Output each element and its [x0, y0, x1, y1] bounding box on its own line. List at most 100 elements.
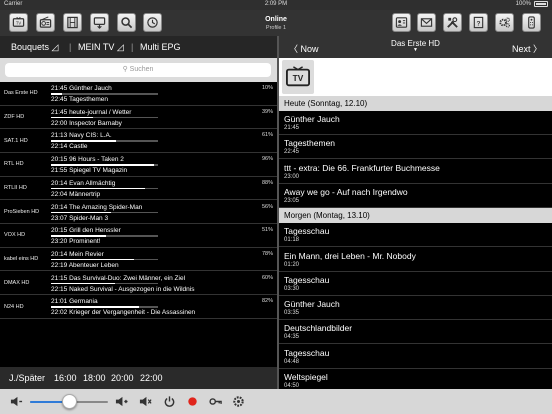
- program-row[interactable]: Tagesschau 04:48: [279, 345, 552, 369]
- progress-fill: [51, 211, 111, 213]
- tools-button[interactable]: [443, 13, 462, 32]
- record-icon: [188, 397, 197, 406]
- channel-row[interactable]: RTLII HD 20:14 Evan Allmächtig 22:04 Männe…: [0, 177, 277, 201]
- record-dot: [188, 397, 197, 406]
- channel-name: ZDF HD: [4, 113, 25, 120]
- next-program: 22:02 Krieger der Vergangenheit - Die As…: [51, 309, 196, 317]
- history-button[interactable]: [143, 13, 162, 32]
- channel-name: kabel eins HD: [4, 255, 39, 262]
- bouquets-dropdown[interactable]: Bouquets ◿: [11, 42, 58, 53]
- profile-label: Profile 1: [265, 25, 287, 31]
- settings-button[interactable]: [495, 13, 514, 32]
- contacts-button[interactable]: [392, 13, 411, 32]
- program-row[interactable]: Günther Jauch 21:45: [279, 111, 552, 135]
- radio-icon: [39, 16, 52, 28]
- settings-gear-button[interactable]: [231, 394, 246, 409]
- next-button[interactable]: Next 〉: [512, 42, 542, 55]
- program-title: Tagesschau: [284, 226, 330, 237]
- channel-row[interactable]: DMAX HD 21:15 Das Survival-Duo: Zwei Männ…: [0, 272, 277, 296]
- progress-bar: [51, 164, 158, 166]
- volume-up-button[interactable]: [114, 394, 129, 409]
- mein-tv-dropdown[interactable]: MEIN TV ◿: [78, 42, 124, 53]
- channel-row[interactable]: VOX HD 20:15 Grill den Henssler 23:20 Prom…: [0, 224, 277, 248]
- time-slot-button[interactable]: 18:00: [83, 373, 106, 383]
- program-time: 21:45: [284, 125, 300, 131]
- time-slot-button[interactable]: 22:00: [140, 373, 163, 383]
- progress-fill: [51, 235, 106, 237]
- program-row[interactable]: Günther Jauch 03:35: [279, 296, 552, 321]
- program-time: 23:05: [284, 197, 300, 204]
- program-row[interactable]: Tagesschau 03:30: [279, 272, 552, 296]
- program-title: Tagesschau: [284, 274, 330, 285]
- next-program: 21:55 Spiegel TV Magazin: [51, 167, 128, 175]
- program-row[interactable]: Tagesthemen 22:45: [279, 135, 552, 160]
- progress-bar: [51, 282, 158, 285]
- program-row[interactable]: Ein Mann, drei Leben - Mr. Nobody 01:20: [279, 248, 552, 272]
- recordings-button[interactable]: [90, 13, 109, 32]
- channel-row[interactable]: ZDF HD 21:45 heute-journal / Wetter 22:00 …: [0, 106, 277, 130]
- channel-name: N24 HD: [4, 303, 24, 310]
- tv-logo-icon: TV: [286, 66, 310, 87]
- now-program: 21:01 Germania: [51, 298, 98, 306]
- power-button[interactable]: [162, 394, 177, 409]
- remote-icon: [528, 16, 535, 29]
- program-row[interactable]: Weltspiegel 04:50: [279, 369, 552, 389]
- time-later-button[interactable]: J./Später: [9, 373, 45, 383]
- program-list[interactable]: Heute (Sonntag, 12.10) Günther Jauch 21:45…: [279, 96, 552, 389]
- remote-button[interactable]: [522, 13, 541, 32]
- progress-fill: [51, 140, 117, 142]
- time-slot-button[interactable]: 16:00: [54, 373, 77, 383]
- movies-button[interactable]: [63, 13, 82, 32]
- recordings-icon: [93, 17, 106, 29]
- mute-button[interactable]: [138, 394, 153, 409]
- program-row[interactable]: Deutschlandbilder 04:35: [279, 320, 552, 345]
- next-program: 23:07 Spider-Man 3: [51, 214, 109, 222]
- program-row[interactable]: Tagesschau 01:18: [279, 223, 552, 248]
- tv-button[interactable]: TV: [9, 13, 28, 32]
- program-row[interactable]: Away we go - Auf nach Irgendwo 23:05: [279, 184, 552, 208]
- channel-logo: TV: [282, 60, 314, 94]
- channel-row[interactable]: SAT.1 HD 21:13 Navy CIS: L.A. 22:14 Castle…: [0, 129, 277, 153]
- remote-control-bar: [0, 389, 552, 414]
- time-bar: J./Später 16:00 18:00 20:00 22:00: [0, 367, 277, 389]
- program-row[interactable]: ttt - extra: Die 66. Frankfurter Buchmes…: [279, 160, 552, 184]
- main-toolbar: TV Online Profile 1 ?: [0, 10, 552, 36]
- multi-epg-link[interactable]: Multi EPG: [140, 42, 181, 52]
- time-slot-button[interactable]: 20:00: [111, 373, 134, 383]
- volume-slider-handle[interactable]: [61, 394, 77, 409]
- program-time: 01:20: [284, 261, 300, 268]
- channel-row[interactable]: RTL HD 20:15 96 Hours - Taken 2 21:55 Spie…: [0, 153, 277, 177]
- program-title: Ein Mann, drei Leben - Mr. Nobody: [284, 250, 416, 261]
- day-header: Morgen (Montag, 13.10): [279, 208, 552, 224]
- channel-name: RTLII HD: [4, 184, 27, 191]
- channel-list[interactable]: Das Erste HD 21:45 Günther Jauch 22:45 Tag…: [0, 82, 277, 367]
- progress-percent: 88%: [261, 179, 273, 186]
- program-title: Tagesschau: [284, 347, 330, 358]
- radio-button[interactable]: [36, 13, 55, 32]
- history-icon: [147, 17, 158, 28]
- progress-bar: [51, 93, 158, 95]
- channel-row[interactable]: kabel eins HD 20:14 Mein Revier 22:19 Aben…: [0, 248, 277, 272]
- info-icon: ?: [473, 16, 484, 29]
- search-button[interactable]: [117, 13, 136, 32]
- info-button[interactable]: ?: [469, 13, 488, 32]
- channel-row[interactable]: Das Erste HD 21:45 Günther Jauch 22:45 Tag…: [0, 82, 277, 106]
- progress-fill: [51, 116, 93, 119]
- progress-bar: [51, 116, 158, 119]
- search-input[interactable]: ⚲ Suchen: [5, 63, 271, 77]
- next-program: 22:04 Männertrip: [51, 190, 101, 198]
- volume-down-button[interactable]: [9, 394, 24, 409]
- channel-name: RTL HD: [4, 161, 24, 168]
- nav-separator: |: [69, 42, 72, 52]
- channel-row[interactable]: N24 HD 21:01 Germania 22:02 Krieger der Ve…: [0, 295, 277, 319]
- key-button[interactable]: [208, 394, 223, 409]
- app-window: Carrier 2:09 PM 100% TV Online Profile 1: [0, 0, 552, 414]
- film-icon: [67, 16, 78, 29]
- progress-fill: [51, 258, 135, 261]
- clock: 2:09 PM: [264, 1, 288, 7]
- record-button[interactable]: [185, 394, 200, 409]
- channel-row[interactable]: ProSieben HD 20:14 The Amazing Spider-Man…: [0, 201, 277, 224]
- progress-bar: [51, 235, 158, 237]
- next-program: 22:45 Tagesthemen: [51, 96, 108, 103]
- mail-button[interactable]: [417, 13, 436, 32]
